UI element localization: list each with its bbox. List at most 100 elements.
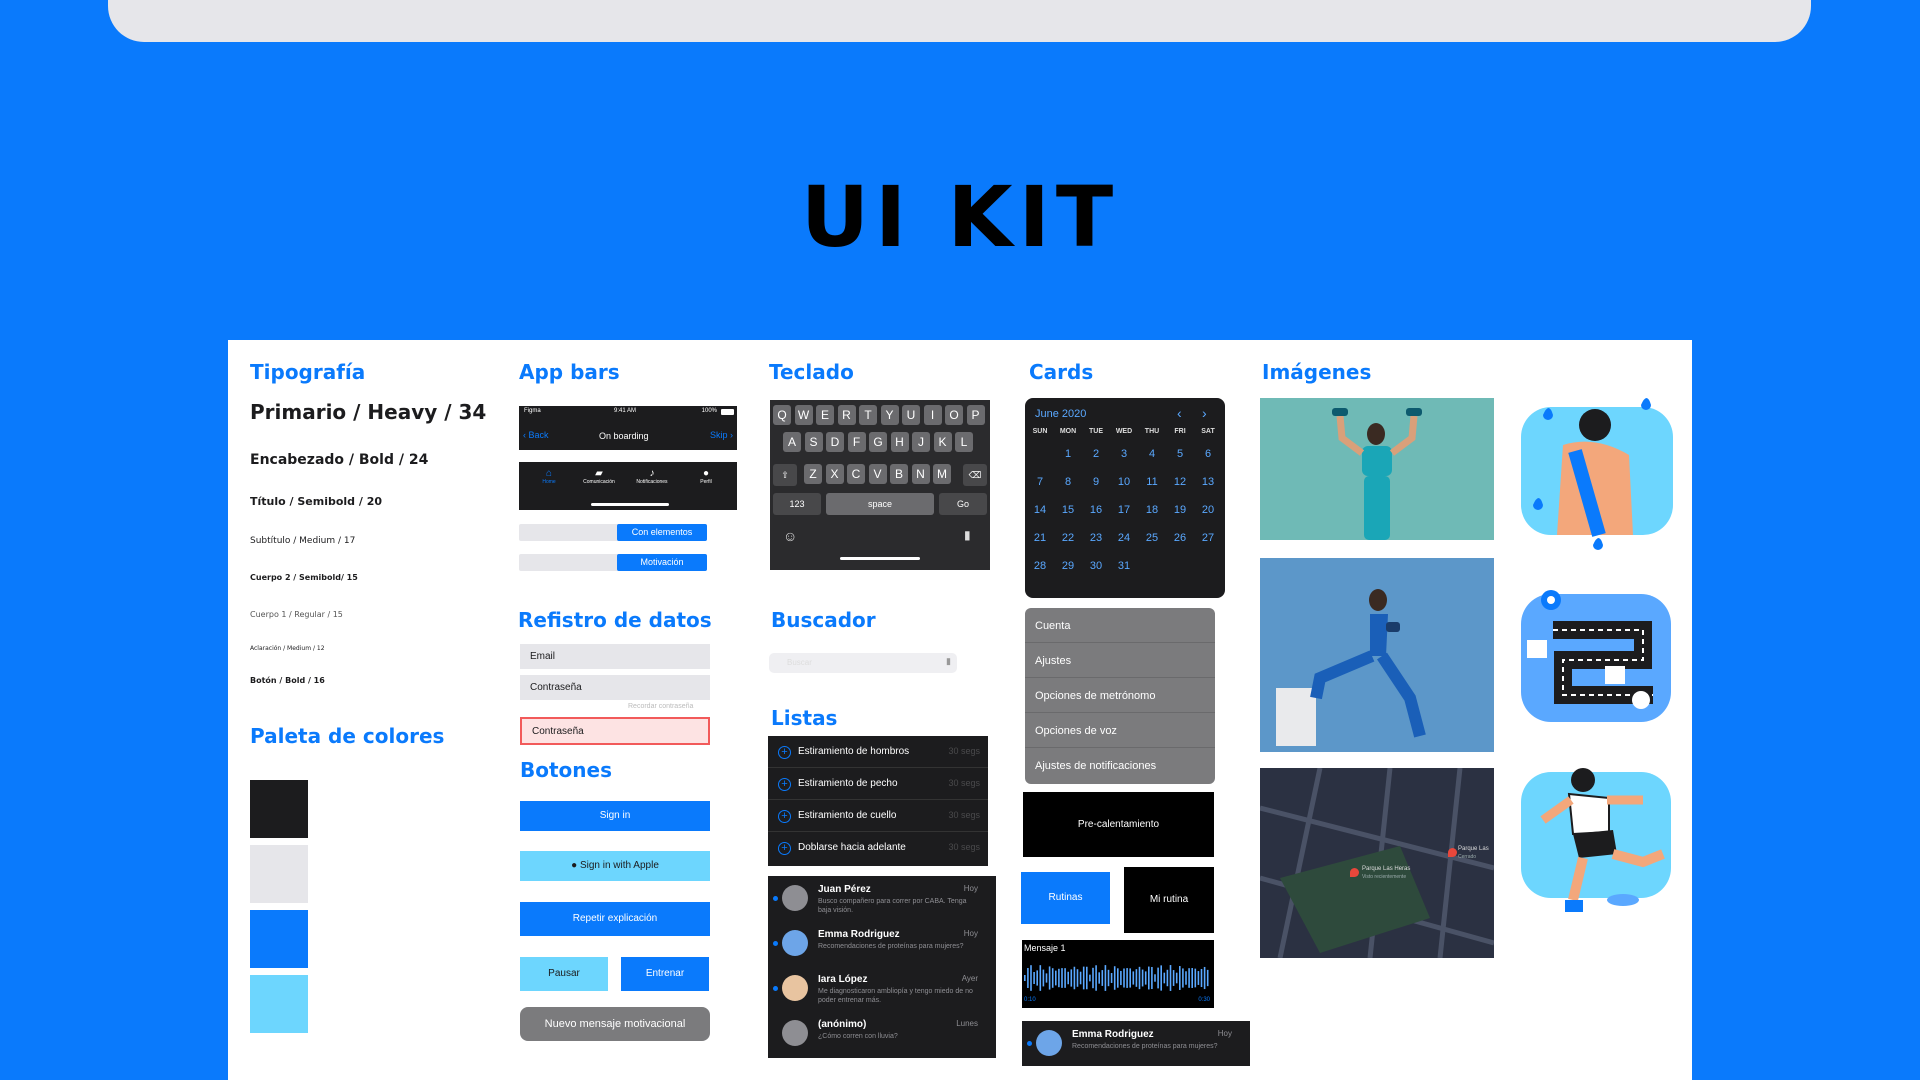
key-c[interactable]: C — [847, 464, 865, 484]
tab-notifications[interactable]: ♪ Notificaciones — [632, 468, 672, 485]
segmented-control-1[interactable]: Con elementos — [519, 524, 707, 541]
key-j[interactable]: J — [912, 432, 930, 452]
calendar-day[interactable]: 23 — [1083, 532, 1109, 544]
calendar-day[interactable]: 4 — [1139, 448, 1165, 460]
next-month-icon[interactable]: › — [1202, 405, 1207, 421]
calendar-day[interactable]: 30 — [1083, 560, 1109, 572]
routines-card[interactable]: Rutinas — [1021, 872, 1110, 924]
key-d[interactable]: D — [826, 432, 844, 452]
key-g[interactable]: G — [869, 432, 887, 452]
key-s[interactable]: S — [804, 432, 823, 452]
password-error-field[interactable]: Contraseña — [520, 717, 710, 745]
key-i[interactable]: I — [923, 405, 942, 425]
tab-profile[interactable]: ● Perfil — [686, 468, 726, 485]
key-h[interactable]: H — [890, 432, 909, 452]
calendar-day[interactable]: 18 — [1139, 504, 1165, 516]
numbers-key[interactable]: 123 — [773, 493, 821, 515]
calendar-day[interactable]: 26 — [1167, 532, 1193, 544]
calendar-day[interactable]: 7 — [1027, 476, 1053, 488]
tab-home[interactable]: ⌂ Home — [529, 468, 569, 485]
list-item[interactable]: + Estiramiento de cuello 30 segs — [768, 800, 988, 832]
search-input[interactable]: Buscar — [787, 658, 812, 667]
notification-card[interactable]: Emma Rodriguez Recomendaciones de proteí… — [1022, 1021, 1250, 1066]
message-item[interactable]: Iara López Me diagnosticaron ambliopía y … — [768, 966, 996, 1011]
sign-in-button[interactable]: Sign in — [520, 801, 710, 831]
skip-button[interactable]: Skip › — [710, 430, 733, 440]
repeat-explanation-button[interactable]: Repetir explicación — [520, 902, 710, 936]
calendar-day[interactable]: 21 — [1027, 532, 1053, 544]
segment-selected-2[interactable]: Motivación — [617, 554, 707, 571]
menu-item-metronome[interactable]: Opciones de metrónomo — [1025, 678, 1215, 713]
calendar-month[interactable]: June 2020 — [1035, 408, 1086, 420]
message-item[interactable]: Emma Rodriguez Recomendaciones de proteín… — [768, 921, 996, 966]
calendar-day[interactable]: 11 — [1139, 476, 1165, 488]
key-x[interactable]: X — [825, 464, 844, 484]
emoji-icon[interactable]: ☺ — [783, 528, 797, 544]
calendar-day[interactable]: 15 — [1055, 504, 1081, 516]
key-a[interactable]: A — [783, 432, 801, 452]
calendar-day[interactable]: 17 — [1111, 504, 1137, 516]
key-l[interactable]: L — [955, 432, 973, 452]
calendar-day[interactable]: 12 — [1167, 476, 1193, 488]
key-n[interactable]: N — [911, 464, 930, 484]
key-f[interactable]: F — [847, 432, 866, 452]
calendar-day[interactable]: 6 — [1195, 448, 1221, 460]
calendar-day[interactable]: 8 — [1055, 476, 1081, 488]
warmup-card[interactable]: Pre-calentamiento — [1023, 792, 1214, 857]
calendar-day[interactable]: 1 — [1055, 448, 1081, 460]
pause-button[interactable]: Pausar — [520, 957, 608, 991]
key-u[interactable]: U — [902, 405, 920, 425]
calendar-day[interactable]: 3 — [1111, 448, 1137, 460]
menu-item-account[interactable]: Cuenta — [1025, 608, 1215, 643]
calendar-day[interactable]: 20 — [1195, 504, 1221, 516]
calendar-day[interactable]: 16 — [1083, 504, 1109, 516]
segmented-control-2[interactable]: Motivación — [519, 554, 707, 571]
list-item[interactable]: + Estiramiento de hombros 30 segs — [768, 736, 988, 768]
space-key[interactable]: space — [826, 493, 934, 515]
list-item[interactable]: + Estiramiento de pecho 30 segs — [768, 768, 988, 800]
calendar-day[interactable]: 28 — [1027, 560, 1053, 572]
calendar-day[interactable]: 25 — [1139, 532, 1165, 544]
calendar-day[interactable]: 9 — [1083, 476, 1109, 488]
calendar-day[interactable]: 13 — [1195, 476, 1221, 488]
email-field[interactable]: Email — [520, 644, 710, 669]
key-k[interactable]: K — [933, 432, 952, 452]
shift-key[interactable]: ⇧ — [773, 464, 797, 486]
menu-item-voice[interactable]: Opciones de voz — [1025, 713, 1215, 748]
calendar-day[interactable]: 5 — [1167, 448, 1193, 460]
map-pin-icon[interactable] — [1448, 848, 1457, 857]
key-y[interactable]: Y — [880, 405, 899, 425]
key-q[interactable]: Q — [773, 405, 791, 425]
train-button[interactable]: Entrenar — [621, 957, 709, 991]
key-z[interactable]: Z — [804, 464, 822, 484]
map-view[interactable]: Parque Las Heras Visto recientemente Par… — [1260, 768, 1494, 958]
calendar-day[interactable]: 24 — [1111, 532, 1137, 544]
segment-selected-1[interactable]: Con elementos — [617, 524, 707, 541]
go-key[interactable]: Go — [939, 493, 987, 515]
message-item[interactable]: (anónimo) ¿Cómo corren con lluvia? Lunes — [768, 1011, 996, 1056]
calendar-day[interactable]: 19 — [1167, 504, 1193, 516]
sign-in-apple-button[interactable]: ● Sign in with Apple — [520, 851, 710, 881]
key-e[interactable]: E — [816, 405, 834, 425]
key-w[interactable]: W — [794, 405, 813, 425]
microphone-icon[interactable]: ▮ — [964, 528, 971, 542]
back-button[interactable]: ‹ Back — [523, 430, 549, 440]
new-motivational-message-button[interactable]: Nuevo mensaje motivacional — [520, 1007, 710, 1041]
key-m[interactable]: M — [933, 464, 951, 484]
audio-message-card[interactable]: Mensaje 1 0:10 0:30 — [1022, 940, 1214, 1008]
key-p[interactable]: P — [966, 405, 985, 425]
calendar-day[interactable]: 10 — [1111, 476, 1137, 488]
calendar-day[interactable]: 14 — [1027, 504, 1053, 516]
calendar-day[interactable]: 22 — [1055, 532, 1081, 544]
calendar-day[interactable]: 27 — [1195, 532, 1221, 544]
map-pin-icon[interactable] — [1350, 868, 1359, 877]
calendar-day[interactable]: 2 — [1083, 448, 1109, 460]
message-item[interactable]: Juan Pérez Busco compañero para correr po… — [768, 876, 996, 921]
key-t[interactable]: T — [859, 405, 877, 425]
search-mic-icon[interactable]: ▮ — [946, 656, 951, 667]
list-item[interactable]: + Doblarse hacia adelante 30 segs — [768, 832, 988, 864]
menu-item-notifications[interactable]: Ajustes de notificaciones — [1025, 748, 1215, 783]
tab-communication[interactable]: ▰ Comunicación — [579, 468, 619, 485]
prev-month-icon[interactable]: ‹ — [1177, 405, 1182, 421]
key-r[interactable]: R — [837, 405, 856, 425]
